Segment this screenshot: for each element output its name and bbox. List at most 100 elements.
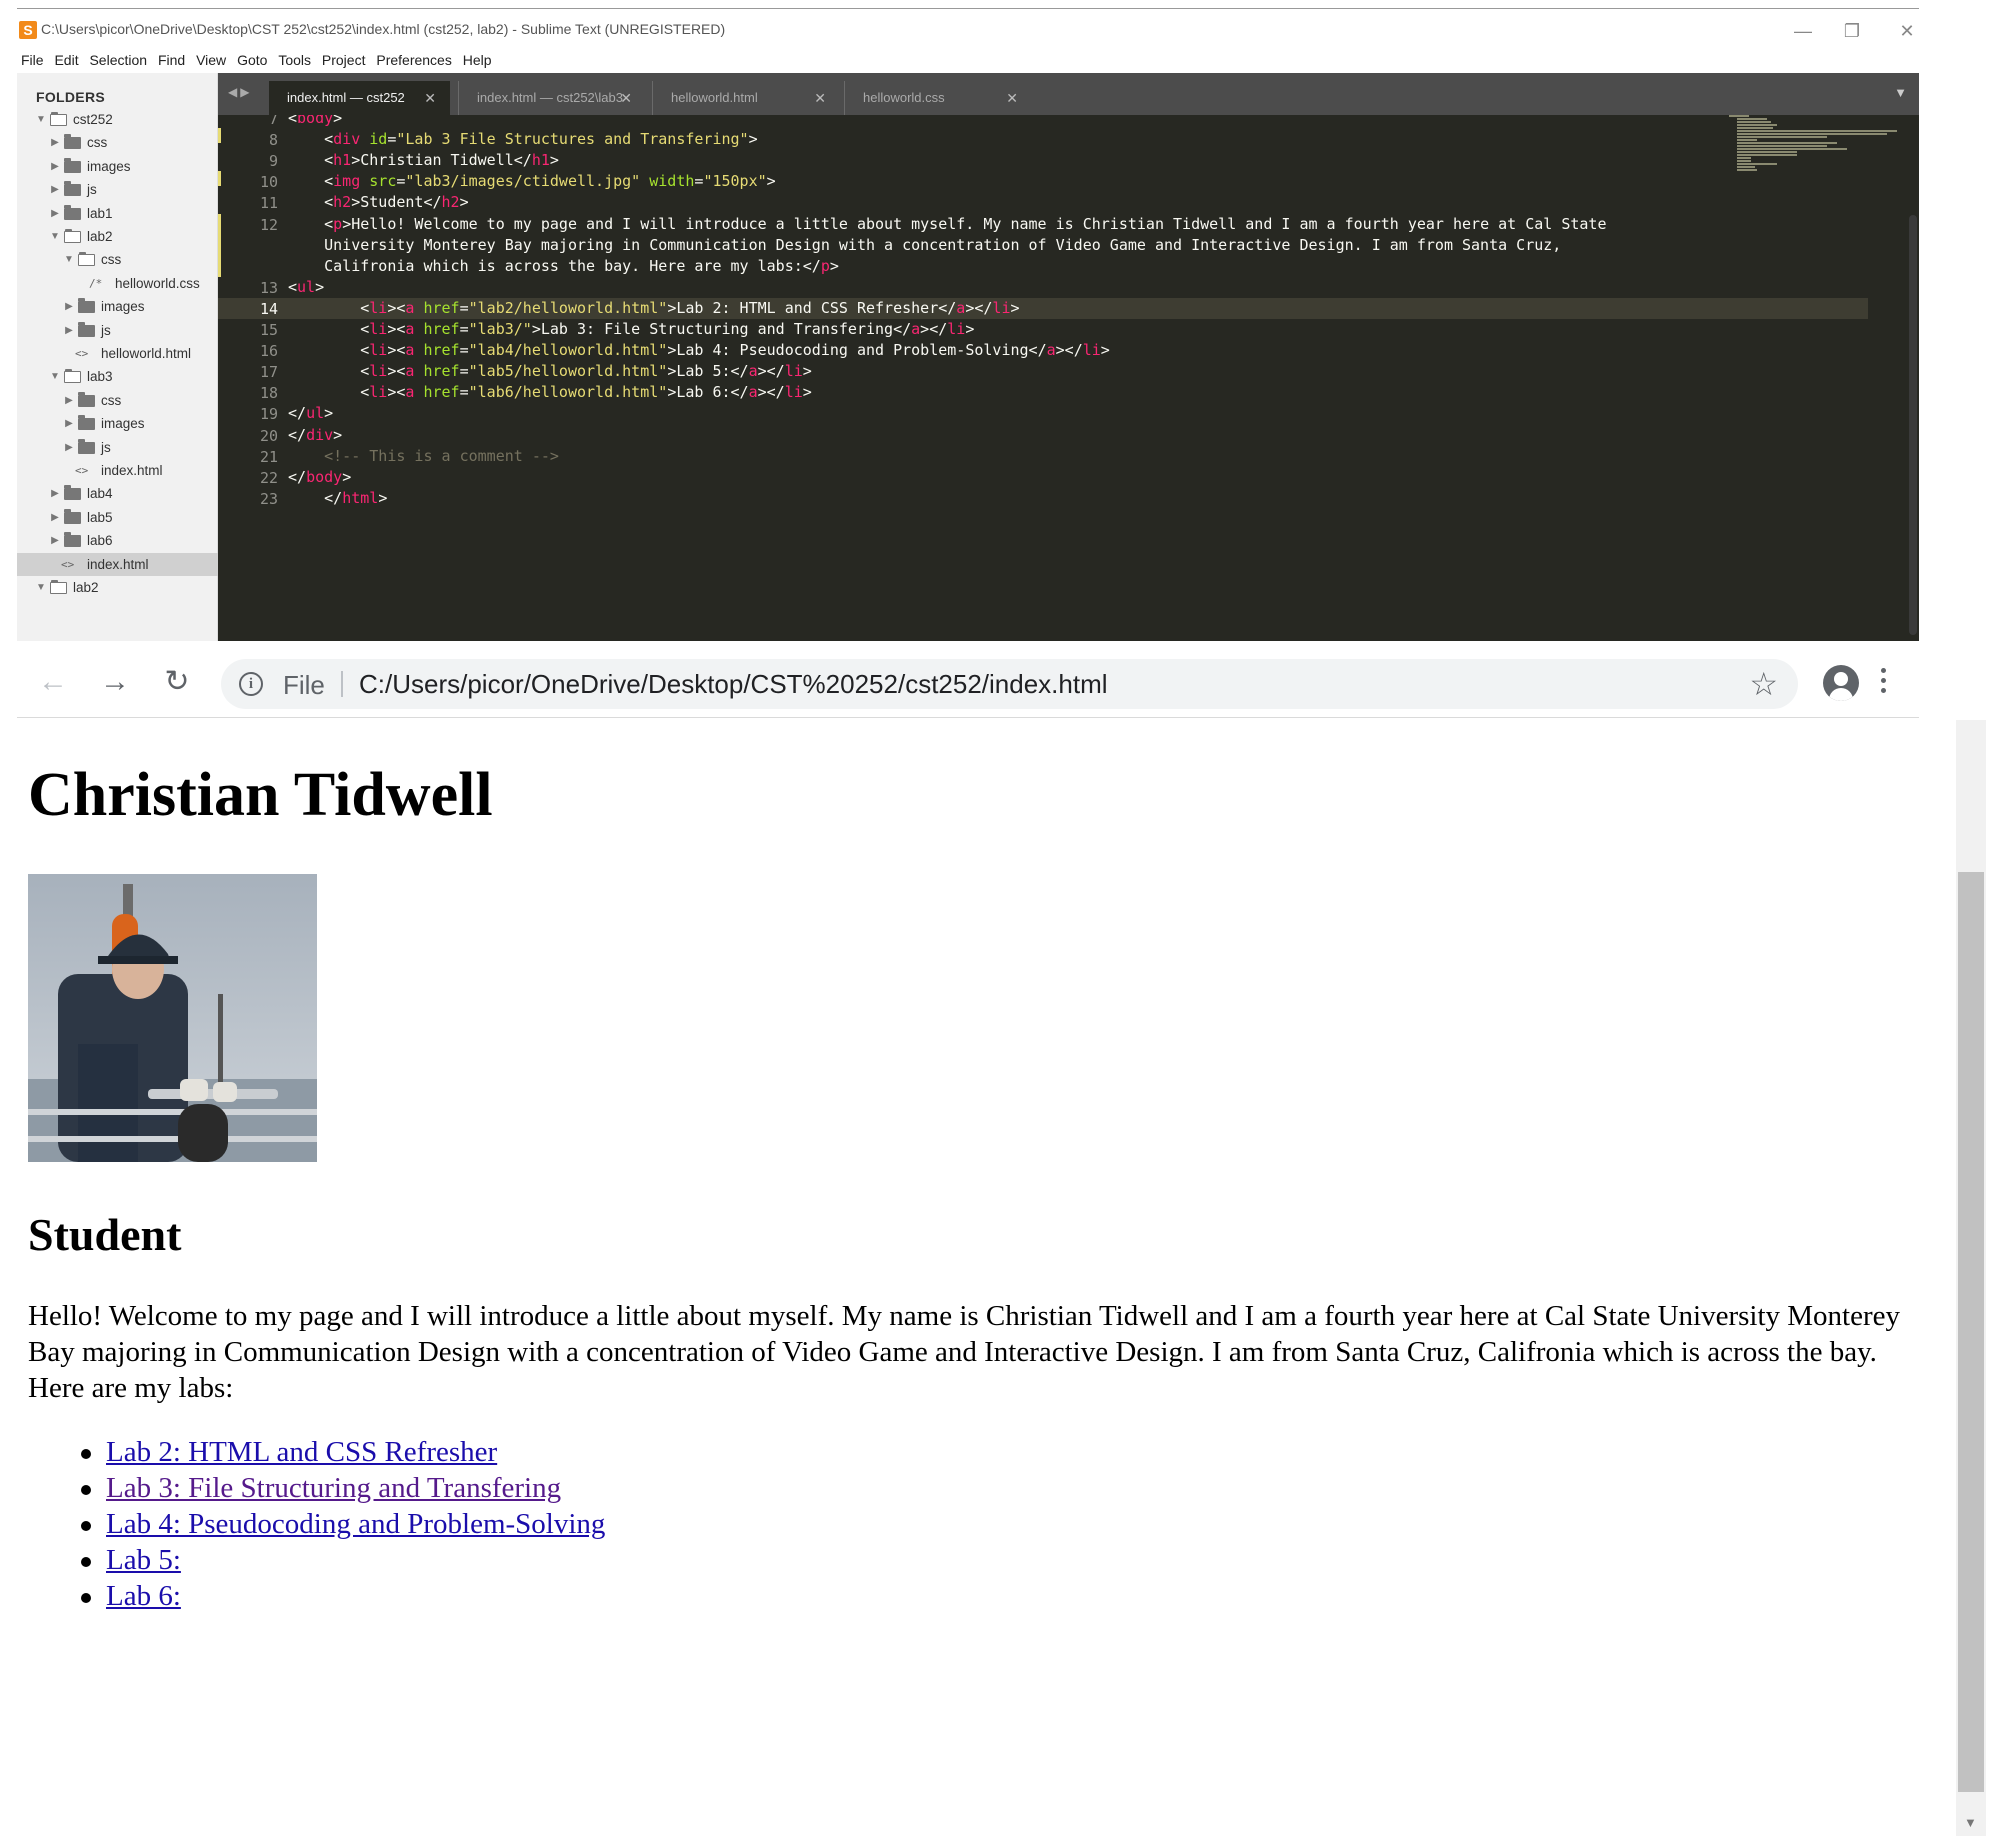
tab-nav-arrows-icon[interactable]: ◀▶ [228, 85, 252, 99]
code-line[interactable]: </ul> [288, 403, 333, 424]
sidebar-item[interactable]: ▼ lab2 [17, 576, 218, 599]
info-icon[interactable]: i [239, 672, 263, 696]
minimize-icon[interactable]: — [1780, 17, 1826, 45]
code-line[interactable]: <div id="Lab 3 File Structures and Trans… [288, 129, 758, 150]
sidebar-item[interactable]: ▶ images [17, 295, 218, 318]
lab5-link[interactable]: Lab 5: [106, 1544, 181, 1576]
tab-index-cst252[interactable]: index.html — cst252 ✕ [269, 81, 450, 115]
sidebar-item[interactable]: /* helloworld.css [17, 272, 218, 295]
kebab-menu-icon[interactable] [1873, 664, 1893, 700]
sidebar-item[interactable]: ▼ css [17, 248, 218, 271]
expand-down-icon[interactable]: ▼ [49, 365, 61, 388]
expand-right-icon[interactable]: ▶ [63, 412, 75, 435]
expand-down-icon[interactable]: ▼ [49, 225, 61, 248]
sidebar-item[interactable]: ▶ js [17, 436, 218, 459]
menu-tools[interactable]: Tools [278, 47, 311, 73]
tab-overflow-icon[interactable]: ▼ [1894, 85, 1907, 100]
expand-right-icon[interactable]: ▶ [49, 506, 61, 529]
code-line[interactable]: <h2>Student</h2> [288, 192, 469, 213]
code-line[interactable]: <li><a href="lab5/helloworld.html">Lab 5… [288, 361, 812, 382]
lab3-link[interactable]: Lab 3: File Structuring and Transfering [106, 1472, 561, 1504]
profile-icon[interactable] [1823, 665, 1859, 701]
code-line[interactable]: <li><a href="lab4/helloworld.html">Lab 4… [288, 340, 1110, 361]
menu-project[interactable]: Project [322, 47, 366, 73]
expand-right-icon[interactable]: ▶ [49, 529, 61, 552]
sidebar-item[interactable]: ▶ css [17, 389, 218, 412]
sidebar-item[interactable]: ▶ js [17, 319, 218, 342]
page-scrollbar[interactable]: ▼ [1956, 720, 1986, 1836]
sidebar-item[interactable]: ▶ js [17, 178, 218, 201]
menu-edit[interactable]: Edit [54, 47, 78, 73]
expand-right-icon[interactable]: ▶ [49, 178, 61, 201]
code-line[interactable]: University Monterey Bay majoring in Comm… [288, 235, 1561, 256]
sidebar-item[interactable]: ▶ css [17, 131, 218, 154]
sidebar-item[interactable]: <> helloworld.html [17, 342, 218, 365]
close-tab-icon[interactable]: ✕ [1006, 81, 1018, 115]
sidebar-item[interactable]: ▶ lab5 [17, 506, 218, 529]
menu-preferences[interactable]: Preferences [376, 47, 451, 73]
minimap[interactable] [1729, 115, 1899, 175]
back-icon[interactable]: ← [33, 662, 73, 702]
code-line[interactable]: <li><a href="lab6/helloworld.html">Lab 6… [288, 382, 812, 403]
expand-right-icon[interactable]: ▶ [49, 155, 61, 178]
reload-icon[interactable]: ↻ [157, 662, 197, 702]
code-line[interactable]: <img src="lab3/images/ctidwell.jpg" widt… [288, 171, 776, 192]
expand-down-icon[interactable]: ▼ [35, 108, 47, 131]
expand-down-icon[interactable]: ▼ [63, 248, 75, 271]
restore-icon[interactable]: ❐ [1829, 17, 1875, 45]
lab2-link[interactable]: Lab 2: HTML and CSS Refresher [106, 1436, 497, 1468]
sidebar-item[interactable]: ▼ cst252 [17, 108, 218, 131]
code-line[interactable]: <li><a href="lab2/helloworld.html">Lab 2… [288, 298, 1019, 319]
code-line[interactable]: <ul> [288, 277, 324, 298]
lab4-link[interactable]: Lab 4: Pseudocoding and Problem-Solving [106, 1508, 605, 1540]
code-line[interactable]: <li><a href="lab3/">Lab 3: File Structur… [288, 319, 974, 340]
menu-find[interactable]: Find [158, 47, 185, 73]
scroll-down-arrow-icon[interactable]: ▼ [1964, 1815, 1977, 1830]
menu-goto[interactable]: Goto [237, 47, 267, 73]
expand-right-icon[interactable]: ▶ [63, 295, 75, 318]
expand-right-icon[interactable]: ▶ [49, 202, 61, 225]
close-window-icon[interactable]: ✕ [1884, 17, 1930, 45]
code-editor[interactable]: <body> <div id="Lab 3 File Structures an… [218, 115, 1919, 641]
menu-selection[interactable]: Selection [89, 47, 147, 73]
expand-down-icon[interactable]: ▼ [35, 576, 47, 599]
sidebar-item[interactable]: ▶ lab1 [17, 202, 218, 225]
expand-right-icon[interactable]: ▶ [49, 482, 61, 505]
code-line[interactable]: </body> [288, 467, 351, 488]
sidebar-item[interactable]: ▶ images [17, 155, 218, 178]
tab-helloworld-html[interactable]: helloworld.html ✕ [652, 81, 840, 115]
sidebar-item[interactable]: ▼ lab2 [17, 225, 218, 248]
forward-icon[interactable]: → [95, 662, 135, 702]
code-line[interactable]: Califronia which is across the bay. Here… [288, 256, 839, 277]
bookmark-star-icon[interactable]: ☆ [1749, 665, 1778, 703]
sidebar-item[interactable]: <> index.html [17, 459, 218, 482]
menu-view[interactable]: View [196, 47, 226, 73]
code-line[interactable]: <p>Hello! Welcome to my page and I will … [288, 214, 1606, 235]
sidebar-item[interactable]: ▼ lab3 [17, 365, 218, 388]
tab-index-lab3[interactable]: index.html — cst252\lab3 ✕ [458, 81, 646, 115]
tab-helloworld-css[interactable]: helloworld.css ✕ [844, 81, 1032, 115]
code-line[interactable]: <h1>Christian Tidwell</h1> [288, 150, 559, 171]
expand-right-icon[interactable]: ▶ [63, 389, 75, 412]
url-text[interactable]: C:/Users/picor/OneDrive/Desktop/CST%2025… [359, 669, 1108, 700]
code-line[interactable]: <!-- This is a comment --> [288, 446, 559, 467]
expand-right-icon[interactable]: ▶ [63, 436, 75, 459]
expand-right-icon[interactable]: ▶ [63, 319, 75, 342]
sidebar-item[interactable]: <> index.html [17, 552, 218, 576]
menu-file[interactable]: File [21, 47, 44, 73]
code-line[interactable]: </html> [288, 488, 387, 509]
sidebar-item[interactable]: ▶ lab6 [17, 529, 218, 552]
page-scrollbar-thumb[interactable] [1958, 872, 1984, 1792]
close-tab-icon[interactable]: ✕ [814, 81, 826, 115]
sidebar-item[interactable]: ▶ images [17, 412, 218, 435]
sidebar-item[interactable]: ▶ lab4 [17, 482, 218, 505]
code-area[interactable]: <body> <div id="Lab 3 File Structures an… [218, 115, 1898, 641]
menu-help[interactable]: Help [463, 47, 492, 73]
code-line[interactable]: <body> [288, 115, 342, 129]
code-line[interactable]: </div> [288, 425, 342, 446]
editor-scrollbar[interactable] [1909, 215, 1917, 635]
close-tab-icon[interactable]: ✕ [620, 81, 632, 115]
lab6-link[interactable]: Lab 6: [106, 1580, 181, 1612]
address-bar[interactable]: i File C:/Users/picor/OneDrive/Desktop/C… [221, 659, 1798, 709]
close-tab-icon[interactable]: ✕ [424, 81, 436, 115]
